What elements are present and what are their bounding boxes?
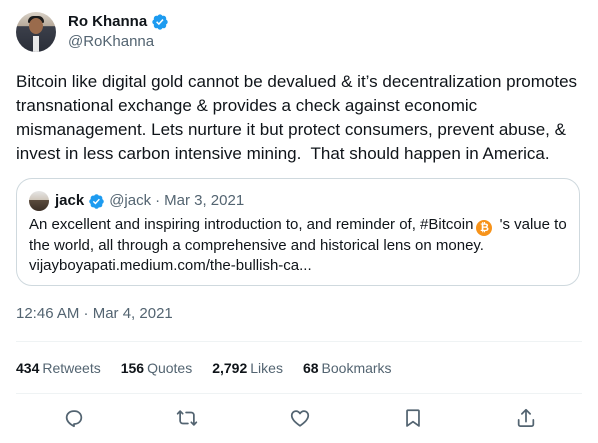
quoted-avatar[interactable]: [29, 191, 49, 211]
author-name[interactable]: Ro Khanna: [68, 12, 147, 32]
verified-badge-icon: [152, 14, 168, 30]
author-name-row: Ro Khanna: [68, 12, 169, 32]
quotes-stat[interactable]: 156 Quotes: [121, 358, 193, 378]
author-handle[interactable]: @RoKhanna: [68, 32, 154, 52]
tweet-timestamp[interactable]: 12:46 AM · Mar 4, 2021: [16, 304, 173, 324]
retweets-stat[interactable]: 434 Retweets: [16, 358, 101, 378]
quoted-tweet-text: An excellent and inspiring introduction …: [29, 215, 569, 276]
bookmark-icon: [406, 409, 420, 427]
divider-top: [16, 341, 582, 342]
share-icon: [517, 408, 535, 427]
avatar-face: [29, 18, 43, 34]
reply-button[interactable]: [60, 404, 88, 432]
reply-icon: [65, 410, 83, 428]
quoted-verified-badge-icon: [89, 193, 104, 209]
retweet-button[interactable]: [173, 404, 201, 432]
like-icon: [290, 410, 310, 427]
quoted-separator: ·: [155, 192, 161, 209]
quoted-handle[interactable]: @jack: [109, 191, 151, 211]
quoted-date[interactable]: Mar 3, 2021: [164, 191, 244, 211]
quoted-link[interactable]: vijayboyapati.medium.com/the-bullish-ca.…: [29, 257, 312, 274]
author-avatar[interactable]: [16, 12, 56, 52]
likes-stat[interactable]: 2,792 Likes: [212, 358, 283, 378]
bookmark-button[interactable]: [399, 404, 427, 432]
quoted-name[interactable]: jack: [55, 191, 84, 211]
like-button[interactable]: [286, 404, 314, 432]
bookmarks-stat[interactable]: 68 Bookmarks: [303, 358, 392, 378]
quoted-text-part1: An excellent and inspiring introduction …: [29, 216, 474, 233]
quoted-tweet-header: jack @jack · Mar 3, 2021: [29, 191, 244, 211]
tweet-text: Bitcoin like digital gold cannot be deva…: [16, 72, 582, 163]
avatar-shirt: [33, 36, 39, 52]
divider-bottom: [16, 393, 582, 394]
bitcoin-icon: ₿: [476, 220, 493, 236]
retweet-icon: [176, 410, 198, 426]
tweet-stats: 434 Retweets 156 Quotes 2,792 Likes 68 Bookm…: [16, 358, 392, 378]
quoted-tweet[interactable]: jack @jack · Mar 3, 2021 An excellent an…: [16, 178, 580, 286]
action-bar: [16, 404, 582, 432]
share-button[interactable]: [512, 404, 540, 432]
